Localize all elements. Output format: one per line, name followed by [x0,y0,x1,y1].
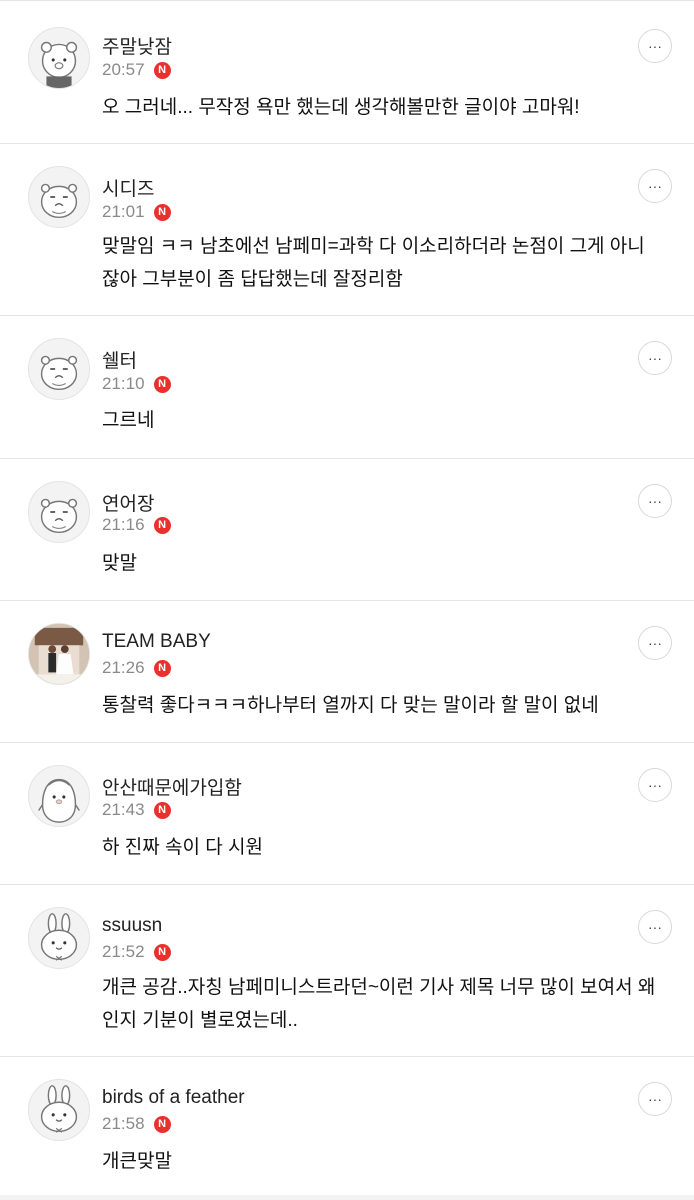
comment-time: 21:01 [102,202,145,221]
new-badge-icon: N [153,1115,171,1133]
comment-item: 주말낮잠 20:57 N ··· 오 그러네... 무작정 욕만 했는데 생각해… [0,0,694,143]
hamster-avatar-icon[interactable] [28,481,90,543]
comment-author[interactable]: 시디즈 [102,174,154,201]
comment-author[interactable]: 쉘터 [102,346,137,373]
more-options-button[interactable]: ··· [638,768,672,802]
comment-time: 21:10 [102,374,145,393]
comment-time: 21:16 [102,515,145,534]
comment-author[interactable]: ssuusn [102,915,162,937]
comment-text: 하 진짜 속이 다 시원 [102,837,263,858]
new-badge-icon: N [153,659,171,677]
more-options-button[interactable]: ··· [638,626,672,660]
rabbit-avatar-icon[interactable] [28,1079,90,1141]
comment-item: birds of a feather 21:58 N ··· 개큰맞말 [0,1057,694,1195]
comment-author[interactable]: TEAM BABY [102,631,211,653]
comment-meta: 20:57 N [102,60,171,80]
hamster-avatar-icon[interactable] [28,338,90,400]
new-badge-icon: N [153,61,171,79]
rabbit-avatar-icon[interactable] [28,907,90,969]
comment-author[interactable]: birds of a feather [102,1087,245,1109]
comment-meta: 21:16 N [102,515,171,535]
comment-time: 21:58 [102,1114,145,1133]
hamster-avatar-icon[interactable] [28,166,90,228]
comment-item: ssuusn 21:52 N ··· 개큰 공감..자칭 남페미니스트라던~이런… [0,885,694,1057]
comment-item: TEAM BABY 21:26 N ··· 통찰력 좋다ㅋㅋㅋ하나부터 열까지 … [0,601,694,742]
comment-item: 안산때문에가입함 21:43 N ··· 하 진짜 속이 다 시원 [0,743,694,884]
comment-meta: 21:26 N [102,658,171,678]
comment-meta: 21:01 N [102,202,171,222]
penguin-avatar-icon[interactable] [28,765,90,827]
comment-author[interactable]: 안산때문에가입함 [102,773,242,800]
more-options-button[interactable]: ··· [638,341,672,375]
new-badge-icon: N [153,375,171,393]
comment-meta: 21:43 N [102,800,171,820]
new-badge-icon: N [153,801,171,819]
comment-text: 맞말임 ㅋㅋ 남초에선 남페미=과학 다 이소리하더라 논점이 그게 아니잖아 … [102,236,645,290]
comment-item: 연어장 21:16 N ··· 맞말 [0,459,694,600]
bear-avatar-icon[interactable] [28,27,90,89]
comment-text: 개큰맞말 [102,1151,172,1172]
comment-meta: 21:10 N [102,374,171,394]
more-options-button[interactable]: ··· [638,484,672,518]
comment-meta: 21:52 N [102,942,171,962]
comment-text: 통찰력 좋다ㅋㅋㅋ하나부터 열까지 다 맞는 말이라 할 말이 없네 [102,695,599,716]
comment-time: 21:26 [102,658,145,677]
new-badge-icon: N [153,203,171,221]
comment-text: 그르네 [102,410,155,431]
new-badge-icon: N [153,516,171,534]
comment-meta: 21:58 N [102,1114,171,1134]
new-badge-icon: N [153,943,171,961]
comment-time: 21:43 [102,800,145,819]
comment-time: 21:52 [102,942,145,961]
comment-time: 20:57 [102,60,145,79]
more-options-button[interactable]: ··· [638,910,672,944]
more-options-button[interactable]: ··· [638,1082,672,1116]
photo-avatar[interactable] [28,623,90,685]
comment-text: 오 그러네... 무작정 욕만 했는데 생각해볼만한 글이야 고마워! [102,97,580,118]
more-options-button[interactable]: ··· [638,169,672,203]
comment-author[interactable]: 주말낮잠 [102,32,172,59]
comment-item: 쉘터 21:10 N ··· 그르네 [0,316,694,458]
more-options-button[interactable]: ··· [638,29,672,63]
bottom-edge [0,1195,694,1200]
comment-author[interactable]: 연어장 [102,489,154,516]
comment-item: 시디즈 21:01 N ··· 맞말임 ㅋㅋ 남초에선 남페미=과학 다 이소리… [0,144,694,316]
comment-text: 개큰 공감..자칭 남페미니스트라던~이런 기사 제목 너무 많이 보여서 왜인… [102,977,656,1031]
comment-text: 맞말 [102,553,137,574]
